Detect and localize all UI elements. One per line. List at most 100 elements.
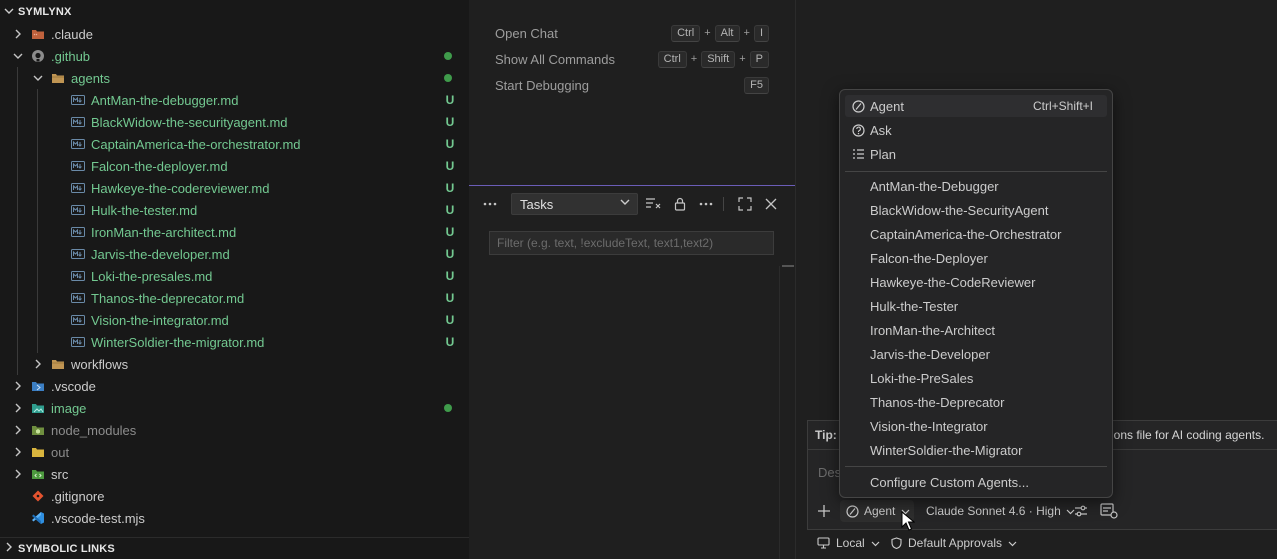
menu-item-label: Ask — [870, 122, 892, 138]
tree-item[interactable]: WinterSoldier-the-migrator.md U — [0, 331, 469, 353]
menu-item-label: AntMan-the-Debugger — [870, 178, 999, 194]
tree-item[interactable]: Loki-the-presales.md U — [0, 265, 469, 287]
add-context-icon[interactable] — [813, 500, 835, 522]
tree-item[interactable]: src — [0, 463, 469, 485]
chevron-right-icon[interactable] — [10, 441, 26, 463]
tree-item[interactable]: BlackWidow-the-securityagent.md U — [0, 111, 469, 133]
menu-item-custom-agent[interactable]: Thanos-the-Deprecator — [845, 391, 1107, 413]
tree-item[interactable]: .claude — [0, 23, 469, 45]
tree-item[interactable]: .github — [0, 45, 469, 67]
close-icon[interactable] — [760, 194, 782, 214]
chevron-right-icon[interactable] — [10, 397, 26, 419]
key-cap: Ctrl — [657, 50, 687, 68]
chevron-right-icon[interactable] — [10, 375, 26, 397]
menu-item-custom-agent[interactable]: Loki-the-PreSales — [845, 367, 1107, 389]
model-picker-button[interactable]: Claude Sonnet 4.6 · High — [926, 500, 1075, 522]
chevron-down-icon — [871, 539, 880, 548]
tree-item[interactable]: Hawkeye-the-codereviewer.md U — [0, 177, 469, 199]
tree-item[interactable]: CaptainAmerica-the-orchestrator.md U — [0, 133, 469, 155]
symbolic-links-section-header[interactable]: SYMBOLIC LINKS — [0, 537, 469, 559]
menu-item-custom-agent[interactable]: AntMan-the-Debugger — [845, 175, 1107, 197]
tree-item[interactable]: node_modules — [0, 419, 469, 441]
agent-icon — [846, 504, 859, 518]
filter-placeholder: Filter (e.g. text, !excludeText, text1,t… — [497, 236, 714, 250]
tree-item[interactable]: Hulk-the-tester.md U — [0, 199, 469, 221]
menu-item-custom-agent[interactable]: IronMan-the-Architect — [845, 319, 1107, 341]
tree-item-label: .claude — [51, 26, 93, 42]
tree-item[interactable]: image — [0, 397, 469, 419]
panel-toolbar: Tasks — [469, 186, 795, 222]
menu-item-custom-agent[interactable]: WinterSoldier-the-Migrator — [845, 439, 1107, 461]
task-select-dropdown[interactable]: Tasks — [511, 193, 638, 215]
menu-item-label: Plan — [870, 146, 897, 162]
settings-sliders-icon[interactable] — [1070, 500, 1092, 522]
menu-item-custom-agent[interactable]: Falcon-the-Deployer — [845, 247, 1107, 269]
folder-out-icon — [30, 441, 46, 463]
clear-output-icon[interactable] — [642, 194, 664, 214]
panel-divider — [779, 266, 780, 559]
more-actions-icon[interactable] — [479, 194, 501, 214]
menu-item-custom-agent[interactable]: Hulk-the-Tester — [845, 295, 1107, 317]
tree-item-label: Falcon-the-deployer.md — [91, 158, 228, 174]
tree-item-label: agents — [71, 70, 111, 86]
chevron-right-icon[interactable] — [30, 353, 46, 375]
tree-item[interactable]: .vscode — [0, 375, 469, 397]
menu-item-label: Thanos-the-Deprecator — [870, 394, 1005, 410]
tree-item[interactable]: Vision-the-integrator.md U — [0, 309, 469, 331]
task-filter-input[interactable]: Filter (e.g. text, !excludeText, text1,t… — [489, 231, 774, 255]
agent-icon — [851, 95, 865, 117]
menu-item-plan[interactable]: Plan — [845, 143, 1107, 165]
symbolic-links-title: SYMBOLIC LINKS — [18, 542, 115, 555]
tree-item[interactable]: .vscode-test.mjs — [0, 507, 469, 529]
tools-icon[interactable] — [1098, 500, 1120, 522]
keybinding: Ctrl + Shift + P — [657, 50, 769, 68]
tree-item[interactable]: Jarvis-the-developer.md U — [0, 243, 469, 265]
approvals-picker[interactable]: Default Approvals — [891, 533, 1017, 553]
key-plus: + — [743, 27, 750, 39]
menu-item-label: Vision-the-Integrator — [870, 418, 988, 434]
chevron-right-icon[interactable] — [10, 463, 26, 485]
tree-item[interactable]: agents — [0, 67, 469, 89]
menu-item-label: IronMan-the-Architect — [870, 322, 995, 338]
lock-icon[interactable] — [669, 194, 691, 214]
more-actions-icon[interactable] — [695, 194, 717, 214]
tree-item-label: WinterSoldier-the-migrator.md — [91, 334, 265, 350]
git-status-badge: U — [445, 159, 455, 173]
folder-icon — [50, 67, 66, 89]
git-status-badge: U — [445, 291, 455, 305]
menu-item-custom-agent[interactable]: Jarvis-the-Developer — [845, 343, 1107, 365]
markdown-file-icon — [70, 111, 86, 133]
location-picker[interactable]: Local — [817, 533, 880, 553]
explorer-section-header[interactable]: SYMLYNX — [0, 1, 469, 23]
welcome-command-start-debugging[interactable]: Start Debugging F5 — [495, 72, 769, 98]
menu-item-custom-agent[interactable]: BlackWidow-the-SecurityAgent — [845, 199, 1107, 221]
chevron-right-icon[interactable] — [10, 419, 26, 441]
menu-item-shortcut: Ctrl+Shift+I — [1032, 99, 1093, 113]
tree-item[interactable]: IronMan-the-architect.md U — [0, 221, 469, 243]
menu-item-label: CaptainAmerica-the-Orchestrator — [870, 226, 1062, 242]
welcome-command-show-all-commands[interactable]: Show All Commands Ctrl + Shift + P — [495, 46, 769, 72]
menu-item-label: Configure Custom Agents... — [870, 474, 1029, 490]
configure-custom-agents[interactable]: Configure Custom Agents... — [845, 471, 1107, 493]
menu-item-custom-agent[interactable]: CaptainAmerica-the-Orchestrator — [845, 223, 1107, 245]
key-plus: + — [690, 53, 698, 65]
menu-item-ask[interactable]: Ask — [845, 119, 1107, 141]
welcome-command-label: Show All Commands — [495, 51, 615, 67]
chevron-down-icon[interactable] — [30, 67, 46, 89]
chevron-down-icon[interactable] — [10, 45, 26, 67]
chevron-right-icon[interactable] — [10, 23, 26, 45]
menu-separator — [845, 466, 1107, 467]
menu-item-custom-agent[interactable]: Vision-the-Integrator — [845, 415, 1107, 437]
resize-sash[interactable] — [782, 265, 794, 267]
tree-item[interactable]: workflows — [0, 353, 469, 375]
tree-item[interactable]: .gitignore — [0, 485, 469, 507]
tree-item[interactable]: Falcon-the-deployer.md U — [0, 155, 469, 177]
menu-item-agent[interactable]: Agent Ctrl+Shift+I — [845, 95, 1107, 117]
maximize-icon[interactable] — [734, 194, 756, 214]
welcome-command-open-chat[interactable]: Open Chat Ctrl + Alt + I — [495, 20, 769, 46]
tree-item[interactable]: Thanos-the-deprecator.md U — [0, 287, 469, 309]
markdown-file-icon — [70, 331, 86, 353]
menu-item-custom-agent[interactable]: Hawkeye-the-CodeReviewer — [845, 271, 1107, 293]
tree-item[interactable]: AntMan-the-debugger.md U — [0, 89, 469, 111]
tree-item[interactable]: out — [0, 441, 469, 463]
